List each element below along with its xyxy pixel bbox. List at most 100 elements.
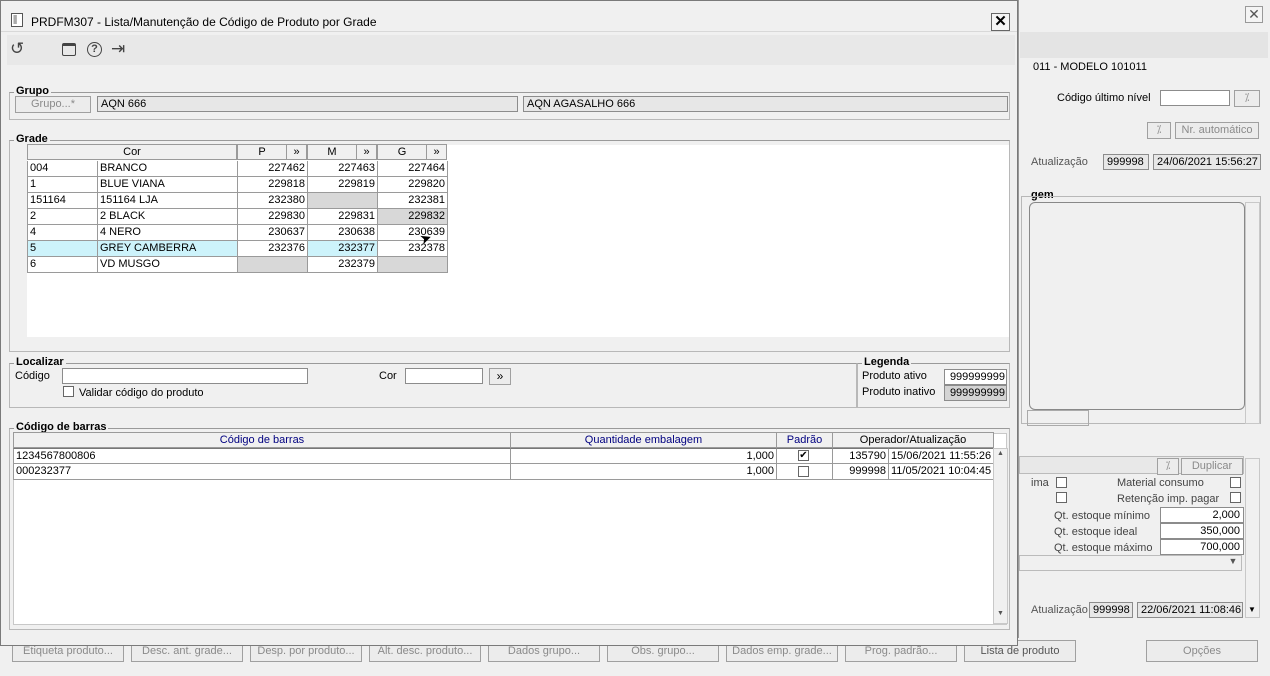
barras-cell-qtd[interactable]: 1,000 (510, 448, 777, 464)
grade-cell-name[interactable]: 2 BLACK (97, 209, 238, 225)
grade-cell-g[interactable]: 229832 (377, 209, 448, 225)
codigo-ultimo-nivel-input[interactable] (1160, 90, 1230, 106)
bg-checkbox-2[interactable] (1056, 492, 1067, 503)
grade-cell-name[interactable]: 4 NERO (97, 225, 238, 241)
grade-cell-code[interactable]: 4 (27, 225, 98, 241)
barras-cell-operador[interactable]: 135790 (832, 448, 889, 464)
scroll-up-icon[interactable]: ▲ (994, 450, 1007, 462)
grade-cell-m[interactable]: 229819 (307, 177, 378, 193)
bg-atualizacao-user: 999998 (1103, 154, 1149, 170)
validar-checkbox[interactable] (63, 386, 74, 397)
grade-cell-g[interactable] (377, 257, 448, 273)
bg-select[interactable] (1019, 555, 1242, 571)
help-icon[interactable]: ? (87, 42, 102, 57)
estoque-maximo-input[interactable]: 700,000 (1160, 539, 1244, 555)
material-consumo-checkbox[interactable] (1230, 477, 1241, 488)
grade-cell-p[interactable]: 232376 (237, 241, 308, 257)
grade-cell-m[interactable]: 227463 (307, 161, 378, 177)
grade-cell-p[interactable] (237, 257, 308, 273)
grade-cell-g[interactable]: 229820 (377, 177, 448, 193)
ima-checkbox[interactable] (1056, 477, 1067, 488)
cor-input[interactable] (405, 368, 483, 384)
grupo-button[interactable]: Grupo...* (15, 96, 91, 113)
grade-cell-code[interactable]: 151164 (27, 193, 98, 209)
grade-header-g[interactable]: G (377, 144, 427, 160)
grade-cell-m[interactable] (307, 193, 378, 209)
bg-scroll-down-icon[interactable]: ▼ (1245, 602, 1259, 618)
refresh-icon[interactable]: ↺ (10, 40, 28, 58)
grade-cell-name[interactable]: BLUE VIANA (97, 177, 238, 193)
grade-cell-p[interactable]: 229830 (237, 209, 308, 225)
grade-cell-m[interactable]: 229831 (307, 209, 378, 225)
grade-cell-g[interactable]: 230639 (377, 225, 448, 241)
grade-header-cor[interactable]: Cor (27, 144, 237, 160)
bg-close-icon[interactable]: ✕ (1245, 6, 1263, 23)
barras-cell-qtd[interactable]: 1,000 (510, 464, 777, 480)
bg-hscroll[interactable] (1027, 410, 1089, 426)
barras-cell-codigo[interactable]: 000232377 (13, 464, 511, 480)
grade-header-p[interactable]: P (237, 144, 287, 160)
bg-atualizacao2-user: 999998 (1089, 602, 1133, 618)
grade-cell-p[interactable]: 229818 (237, 177, 308, 193)
localizar-legend: Localizar (14, 356, 66, 368)
calendar-icon[interactable] (62, 43, 76, 56)
grade-cell-name[interactable]: 151164 LJA (97, 193, 238, 209)
estoque-ideal-input[interactable]: 350,000 (1160, 523, 1244, 539)
barras-header-padrao[interactable]: Padrão (776, 432, 833, 448)
grade-header-m[interactable]: M (307, 144, 357, 160)
grade-cell-p[interactable]: 227462 (237, 161, 308, 177)
bg-textarea-scrollbar[interactable] (1245, 202, 1260, 424)
grade-cell-p[interactable]: 232380 (237, 193, 308, 209)
grade-cell-m[interactable]: 232379 (307, 257, 378, 273)
cor-search-button[interactable]: » (489, 368, 511, 385)
produto-inativo-sample: 999999999 (944, 385, 1007, 401)
opcoes-button[interactable]: Opções (1146, 640, 1258, 662)
bg-lower-scrollbar[interactable] (1245, 458, 1260, 618)
nr-automatico-button[interactable]: Nr. automático (1175, 122, 1259, 139)
barras-header-codigo[interactable]: Código de barras (13, 432, 511, 448)
codigo-input[interactable] (62, 368, 308, 384)
padrao-checkbox-checked[interactable]: ✔ (798, 450, 809, 461)
duplicar-button[interactable]: Duplicar (1181, 458, 1243, 475)
grade-cell-p[interactable]: 230637 (237, 225, 308, 241)
grade-cell-g[interactable]: 232381 (377, 193, 448, 209)
window-title: PRDFM307 - Lista/Manutenção de Código de… (31, 15, 377, 29)
grade-cell-name[interactable]: VD MUSGO (97, 257, 238, 273)
grade-header-m-more[interactable]: » (356, 144, 377, 160)
barras-header-operador[interactable]: Operador/Atualização (832, 432, 994, 448)
grade-cell-m[interactable]: 232377 (307, 241, 378, 257)
bg-select-chevron-down-icon[interactable]: ▼ (1225, 556, 1241, 570)
grade-cell-m[interactable]: 230638 (307, 225, 378, 241)
grade-header-p-more[interactable]: » (286, 144, 307, 160)
grade-cell-code[interactable]: 6 (27, 257, 98, 273)
exit-icon[interactable]: ⇥ (111, 39, 129, 59)
grade-cell-code[interactable]: 2 (27, 209, 98, 225)
barras-cell-operador[interactable]: 999998 (832, 464, 889, 480)
grade-cell-code[interactable]: 5 (27, 241, 98, 257)
grade-cell-name[interactable]: BRANCO (97, 161, 238, 177)
nr-icon-button[interactable]: ⁒ (1147, 122, 1171, 139)
grade-cell-code[interactable]: 004 (27, 161, 98, 177)
produto-inativo-label: Produto inativo (862, 386, 936, 398)
estoque-minimo-input[interactable]: 2,000 (1160, 507, 1244, 523)
codigo-ultimo-nivel-button[interactable]: ⁒ (1234, 90, 1260, 107)
barras-scrollbar[interactable] (993, 448, 1008, 624)
grade-cell-g[interactable]: 227464 (377, 161, 448, 177)
bg-lower-icon-button[interactable]: ⁒ (1157, 458, 1179, 475)
bg-header-text: 011 - MODELO 101011 (1033, 61, 1147, 73)
scroll-down-icon[interactable]: ▼ (994, 610, 1007, 622)
barras-cell-data[interactable]: 11/05/2021 10:04:45 (888, 464, 994, 480)
retencao-checkbox[interactable] (1230, 492, 1241, 503)
grade-cell-name[interactable]: GREY CAMBERRA (97, 241, 238, 257)
bg-textarea[interactable] (1029, 202, 1245, 410)
barras-cell-codigo[interactable]: 1234567800806 (13, 448, 511, 464)
close-icon[interactable]: ✕ (991, 13, 1010, 31)
grade-header-g-more[interactable]: » (426, 144, 447, 160)
padrao-checkbox-unchecked[interactable] (798, 466, 809, 477)
grade-cell-code[interactable]: 1 (27, 177, 98, 193)
barras-cell-data[interactable]: 15/06/2021 11:55:26 (888, 448, 994, 464)
codigo-label: Código (15, 370, 50, 382)
bg-atualizacao2-label: Atualização (1031, 604, 1088, 616)
grade-cell-g[interactable]: 232378 (377, 241, 448, 257)
barras-header-qtd[interactable]: Quantidade embalagem (510, 432, 777, 448)
